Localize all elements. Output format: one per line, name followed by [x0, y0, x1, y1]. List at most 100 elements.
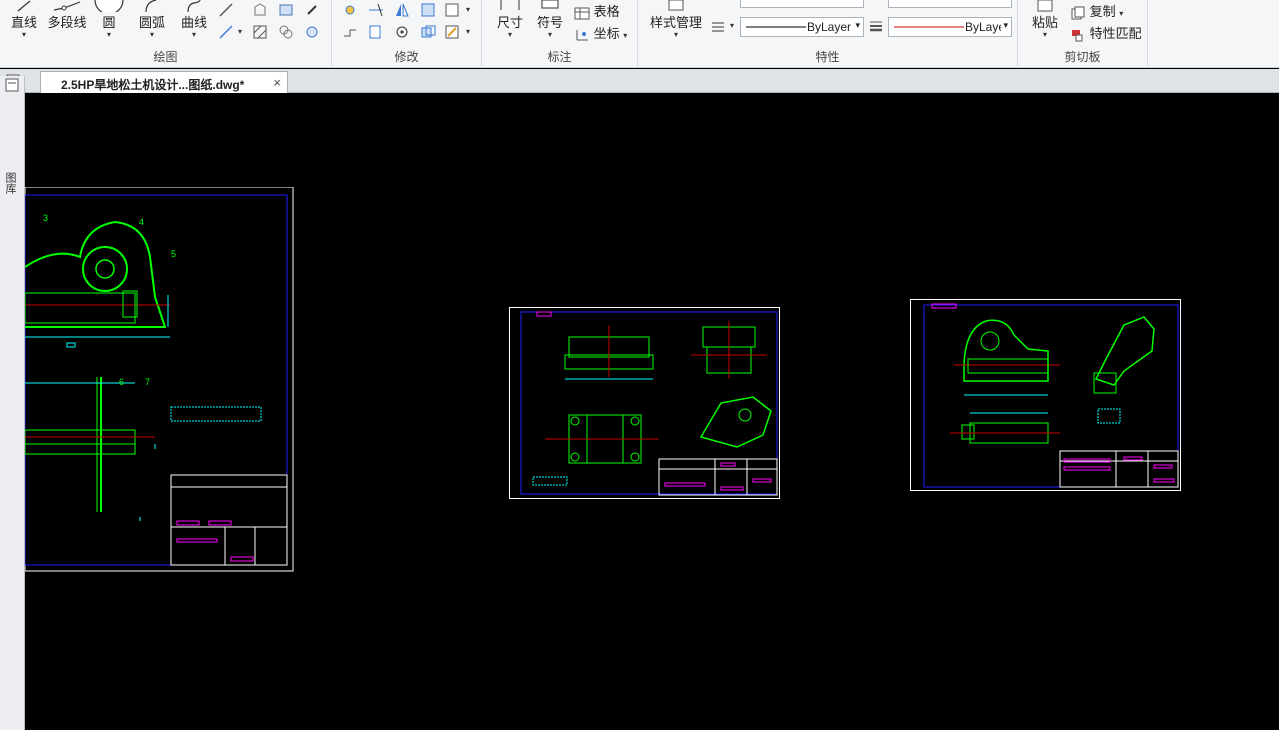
wipeout-icon[interactable] [304, 24, 320, 40]
drawing-canvas[interactable]: 3 4 5 6 7 [25, 93, 1279, 730]
lineweight-combo[interactable]: ByLayer ▾ [888, 17, 1012, 37]
clipboard-group-label: 剪切板 [1064, 50, 1101, 64]
copy-label: 复制 [1089, 4, 1116, 19]
table-button[interactable]: 表格 [574, 1, 620, 20]
circle-button[interactable]: 圆 ▾ [94, 0, 124, 39]
drawing-sheet-2[interactable] [509, 307, 782, 501]
stretch-icon[interactable] [342, 24, 358, 40]
close-icon[interactable]: × [273, 75, 281, 90]
svg-text:5: 5 [171, 249, 176, 259]
side-panel: 图库 [0, 76, 25, 730]
linetype-preview-icon [746, 26, 806, 28]
style-manager-icon [668, 0, 684, 11]
chevron-down-icon[interactable]: ▾ [238, 28, 242, 36]
dimension-label: 尺寸 [496, 15, 523, 30]
table-icon [574, 7, 590, 20]
point-icon[interactable] [304, 2, 320, 18]
style-manager-button[interactable]: 样式管理 ▾ [644, 0, 708, 39]
trim-icon[interactable] [368, 2, 384, 18]
ray-icon[interactable] [218, 24, 234, 40]
chevron-down-icon[interactable]: ▾ [730, 22, 734, 30]
chevron-down-icon: ▾ [106, 30, 111, 39]
dimension-button[interactable]: 尺寸 ▾ [492, 0, 528, 39]
chevron-down-icon: ▾ [855, 20, 860, 30]
svg-text:7: 7 [145, 377, 150, 387]
chevron-down-icon: ▾ [1042, 30, 1047, 39]
explode-icon[interactable] [444, 2, 460, 18]
chevron-down-icon: ▾ [673, 30, 678, 39]
chevron-down-icon: ▾ [547, 30, 552, 39]
mirror-icon[interactable] [394, 2, 410, 18]
circle-icon [94, 0, 124, 12]
construction-line-icon[interactable] [218, 2, 234, 18]
scale-icon[interactable] [368, 24, 384, 40]
chevron-down-icon[interactable]: ▾ [466, 28, 470, 36]
ribbon-toolbar: 直线 ▾ 多段线 圆 ▾ 圆弧 ▾ 曲线 ▾ ▾ 绘图 ▾ ▾ 修改 尺寸 ▾ … [0, 0, 1279, 68]
coordinate-button[interactable]: 坐标 ▾ [574, 23, 627, 42]
copy-object-icon[interactable] [420, 24, 436, 40]
move-icon[interactable] [342, 2, 358, 18]
lineweight-preview-icon [894, 26, 964, 28]
side-panel-label[interactable]: 图库 [4, 172, 18, 194]
line-button[interactable]: 直线 ▾ [6, 0, 42, 39]
drawing-sheet-1[interactable]: 3 4 5 6 7 [25, 187, 295, 573]
paste-button[interactable]: 粘贴 ▾ [1028, 0, 1062, 39]
svg-text:6: 6 [119, 377, 124, 387]
polygon-icon[interactable] [252, 2, 268, 18]
lineweight-icon[interactable] [868, 18, 884, 34]
copy-icon [1071, 6, 1085, 20]
match-properties-button[interactable]: 特性匹配 [1070, 23, 1142, 42]
paste-label: 粘贴 [1031, 15, 1058, 30]
drawing-sheet-3[interactable] [910, 299, 1183, 493]
draw-group-label: 绘图 [153, 50, 178, 64]
layer-combo[interactable] [740, 0, 864, 8]
tab-document[interactable]: 2.5HP旱地松土机设计...图纸.dwg* × [40, 71, 288, 93]
curve-button[interactable]: 曲线 ▾ [176, 0, 212, 39]
document-tab-bar: 2.5HP旱地松土机设计...图纸.dwg* × [0, 69, 1279, 93]
library-icon[interactable] [5, 78, 19, 92]
curve-label: 曲线 [180, 15, 207, 30]
modify-group: ▾ ▾ 修改 [332, 0, 482, 68]
array-icon[interactable] [444, 24, 460, 40]
line-icon [17, 0, 31, 12]
annotate-group-label: 标注 [547, 50, 572, 64]
linetype-value: ByLayer [807, 20, 852, 34]
boundary-icon[interactable] [278, 24, 294, 40]
match-properties-label: 特性匹配 [1089, 26, 1142, 41]
symbol-label: 符号 [536, 15, 563, 30]
chevron-down-icon: ▾ [507, 30, 512, 39]
chevron-down-icon: ▾ [149, 30, 154, 39]
polyline-label: 多段线 [47, 15, 87, 30]
region-icon[interactable] [278, 2, 294, 18]
clipboard-group: 粘贴 ▾ 复制 ▾ 特性匹配 剪切板 [1018, 0, 1148, 68]
chevron-down-icon[interactable]: ▾ [466, 6, 470, 14]
linetype-combo[interactable]: ByLayer ▾ [740, 17, 864, 37]
coordinate-icon [576, 29, 588, 41]
style-manager-label: 样式管理 [649, 15, 702, 30]
copy-button[interactable]: 复制 ▾ [1070, 1, 1123, 20]
polyline-icon [53, 1, 81, 11]
arc-label: 圆弧 [138, 15, 165, 30]
arc-icon [145, 0, 157, 12]
circle-label: 圆 [102, 15, 116, 30]
chevron-down-icon: ▾ [21, 30, 26, 39]
chevron-down-icon: ▾ [1119, 9, 1124, 18]
dimension-icon [500, 0, 520, 10]
polyline-button[interactable]: 多段线 [44, 0, 90, 31]
chevron-down-icon: ▾ [191, 30, 196, 39]
draw-group: 直线 ▾ 多段线 圆 ▾ 圆弧 ▾ 曲线 ▾ ▾ 绘图 [0, 0, 332, 68]
lineweight-value: ByLayer [965, 20, 1001, 34]
color-combo[interactable] [888, 0, 1012, 8]
svg-text:4: 4 [139, 217, 144, 227]
properties-group: 样式管理 ▾ ▾ ByLayer ▾ ByLayer ▾ 特性 [638, 0, 1018, 68]
line-label: 直线 [10, 15, 37, 30]
hatch-icon[interactable] [252, 24, 268, 40]
rotate-icon[interactable] [394, 24, 410, 40]
chevron-down-icon: ▾ [1003, 20, 1008, 30]
linetype-icon[interactable] [710, 18, 726, 34]
offset-icon[interactable] [420, 2, 436, 18]
arc-button[interactable]: 圆弧 ▾ [134, 0, 170, 39]
symbol-button[interactable]: 符号 ▾ [532, 0, 568, 39]
annotate-group: 尺寸 ▾ 符号 ▾ 表格 坐标 ▾ 标注 [482, 0, 638, 68]
chevron-down-icon: ▾ [623, 31, 628, 40]
